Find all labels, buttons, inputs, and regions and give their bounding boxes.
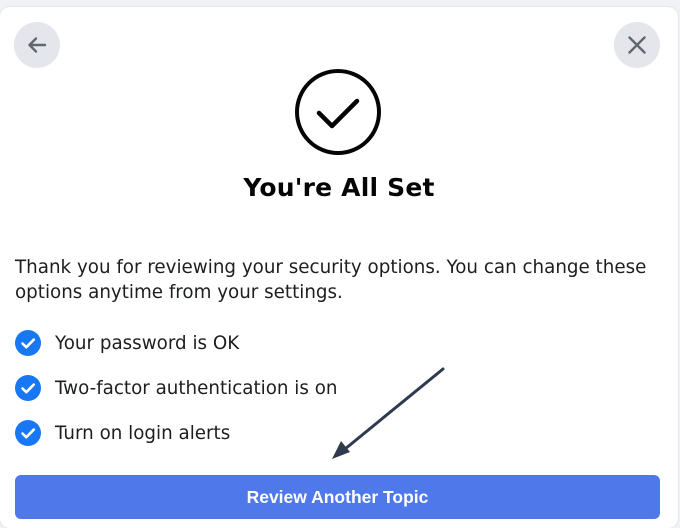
dialog-title: You're All Set — [243, 173, 435, 202]
status-item-label: Turn on login alerts — [55, 422, 231, 444]
review-another-topic-button[interactable]: Review Another Topic — [15, 475, 660, 519]
status-item-login-alerts: Turn on login alerts — [15, 419, 230, 447]
checkmark-circle-icon — [295, 69, 381, 155]
blue-check-icon — [15, 420, 41, 446]
blue-check-icon — [15, 330, 41, 356]
arrow-left-icon — [28, 37, 47, 53]
security-checkup-dialog: You're All Set Thank you for reviewing y… — [0, 7, 678, 528]
blue-check-icon — [15, 375, 41, 401]
close-icon — [628, 36, 646, 54]
status-item-label: Your password is OK — [55, 332, 240, 354]
back-button[interactable] — [14, 22, 60, 68]
status-item-label: Two-factor authentication is on — [55, 377, 338, 399]
close-button[interactable] — [614, 22, 660, 68]
status-item-two-factor: Two-factor authentication is on — [15, 374, 337, 402]
dialog-description: Thank you for reviewing your security op… — [15, 257, 647, 303]
status-item-password: Your password is OK — [15, 329, 239, 357]
